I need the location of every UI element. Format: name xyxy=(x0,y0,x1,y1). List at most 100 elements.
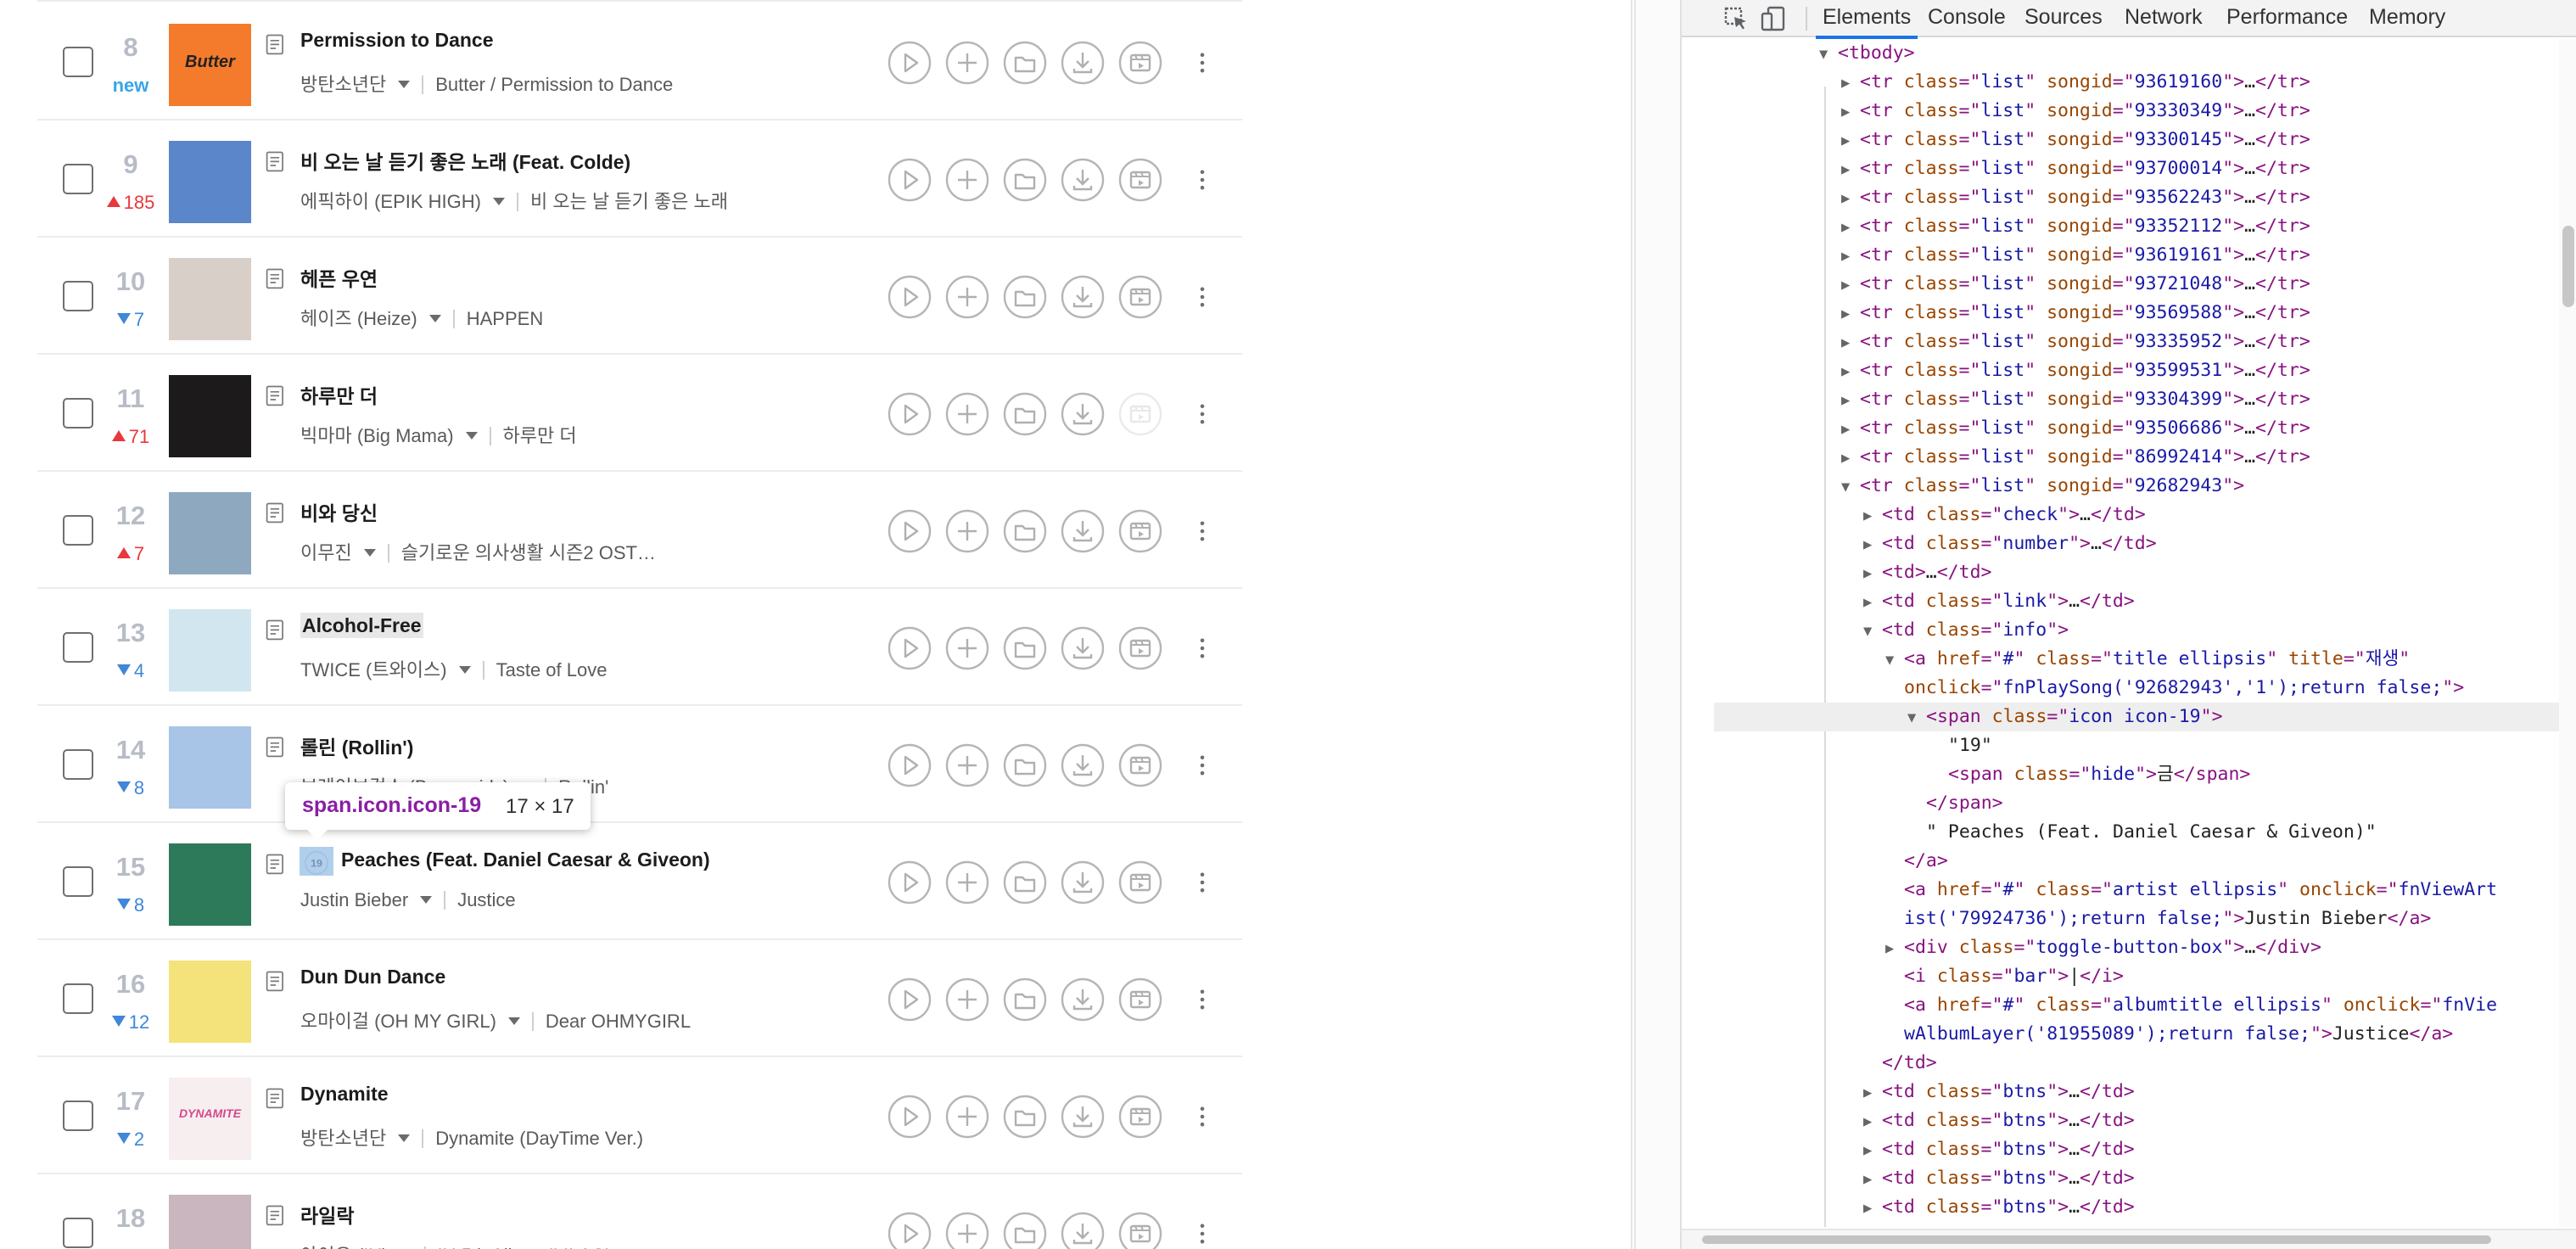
lyrics-icon[interactable] xyxy=(263,735,288,760)
folder-icon[interactable] xyxy=(1003,158,1047,202)
dom-node-line[interactable]: ▼ <a href="#" class="title ellipsis" titl… xyxy=(1885,645,2410,674)
page-scrollbar[interactable] xyxy=(1634,0,1699,1249)
folder-icon[interactable] xyxy=(1003,392,1047,436)
more-options-icon[interactable] xyxy=(1190,1101,1215,1132)
album-cover[interactable] xyxy=(169,843,251,926)
expanded-arrow-icon[interactable]: ▼ xyxy=(1841,473,1860,501)
lyrics-icon[interactable] xyxy=(263,969,288,994)
more-options-icon[interactable] xyxy=(1190,48,1215,78)
album-cover[interactable] xyxy=(169,492,251,574)
dom-node-line[interactable]: ▶ <tr class="list" songid="93304399">…</t… xyxy=(1841,385,2310,414)
video-icon[interactable] xyxy=(1118,509,1162,553)
collapsed-arrow-icon[interactable]: ▶ xyxy=(1841,155,1860,184)
dom-node-line[interactable]: ▶ <tr class="list" songid="93562243">…</t… xyxy=(1841,183,2310,212)
dom-node-line[interactable]: ▶ <tr class="list" songid="93619161">…</t… xyxy=(1841,241,2310,270)
play-icon[interactable] xyxy=(888,860,932,905)
dom-node-line[interactable]: ▶ <tr class="list" songid="93300145">…</t… xyxy=(1841,126,2310,154)
add-icon[interactable] xyxy=(945,41,989,85)
play-icon[interactable] xyxy=(888,392,932,436)
lyrics-icon[interactable] xyxy=(263,1086,288,1112)
expanded-arrow-icon[interactable]: ▼ xyxy=(1907,703,1926,732)
download-icon[interactable] xyxy=(1061,392,1105,436)
download-icon[interactable] xyxy=(1061,860,1105,905)
row-checkbox[interactable] xyxy=(63,1101,93,1131)
more-options-icon[interactable] xyxy=(1190,750,1215,781)
collapsed-arrow-icon[interactable]: ▶ xyxy=(1841,300,1860,328)
devtools-tab-console[interactable]: Console xyxy=(1928,0,2006,37)
song-title-link[interactable]: Dun Dun Dance xyxy=(300,966,445,989)
lyrics-icon[interactable] xyxy=(263,32,288,58)
row-checkbox[interactable] xyxy=(63,866,93,897)
artist-dropdown-icon[interactable] xyxy=(420,896,433,904)
artist-link[interactable]: 빅마마 (Big Mama) xyxy=(300,425,454,446)
download-icon[interactable] xyxy=(1061,41,1105,85)
folder-icon[interactable] xyxy=(1003,743,1047,787)
row-checkbox[interactable] xyxy=(63,164,93,194)
play-icon[interactable] xyxy=(888,158,932,202)
more-options-icon[interactable] xyxy=(1190,1218,1215,1249)
artist-link[interactable]: TWICE (트와이스) xyxy=(300,659,447,681)
dom-node-line[interactable]: ▶<td class="more">…</td> xyxy=(1863,1222,2135,1227)
elements-dom-tree[interactable]: ▼ <tbody> ▶ <tr class="list" songid="936191… xyxy=(1682,39,2576,1227)
dom-node-line[interactable]: <a href="#" class="albumtitle ellipsis" … xyxy=(1885,991,2497,1020)
more-options-icon[interactable] xyxy=(1190,516,1215,546)
dom-node-line[interactable]: ▶ <tr class="list" songid="93335952">…</t… xyxy=(1841,328,2310,356)
play-icon[interactable] xyxy=(888,275,932,319)
add-icon[interactable] xyxy=(945,743,989,787)
folder-icon[interactable] xyxy=(1003,41,1047,85)
collapsed-arrow-icon[interactable]: ▶ xyxy=(1841,415,1860,444)
artist-link[interactable]: 오마이걸 (OH MY GIRL) xyxy=(300,1011,496,1032)
song-title-link[interactable]: Alcohol-Free xyxy=(300,613,423,638)
album-cover[interactable] xyxy=(169,726,251,809)
dom-node-line[interactable]: <span class="hide">금</span> xyxy=(1929,760,2250,789)
album-link[interactable]: Dynamite (DayTime Ver.) xyxy=(435,1128,643,1149)
dom-node-line[interactable]: ▶ <td class="btns">…</td> xyxy=(1863,1135,2135,1164)
video-icon[interactable] xyxy=(1118,275,1162,319)
collapsed-arrow-icon[interactable]: ▶ xyxy=(1863,1107,1882,1136)
device-toolbar-icon[interactable] xyxy=(1760,5,1787,32)
dom-node-line[interactable]: ▶ <td class="link">…</td> xyxy=(1863,587,2135,616)
lyrics-icon[interactable] xyxy=(263,852,288,877)
lyrics-icon[interactable] xyxy=(263,1203,288,1229)
album-link[interactable]: IU 5th Album 'LILAC' xyxy=(438,1245,609,1249)
collapsed-arrow-icon[interactable]: ▶ xyxy=(1863,1223,1882,1227)
collapsed-arrow-icon[interactable]: ▶ xyxy=(1841,386,1860,415)
collapsed-arrow-icon[interactable]: ▶ xyxy=(1841,126,1860,155)
dom-node-line[interactable]: ▶ <tr class="list" songid="93700014">…</t… xyxy=(1841,154,2310,183)
horizontal-scrollbar-thumb[interactable] xyxy=(1702,1235,2491,1244)
song-title-link[interactable]: 비 오는 날 듣기 좋은 노래 (Feat. Colde) xyxy=(300,146,630,175)
collapsed-arrow-icon[interactable]: ▶ xyxy=(1841,98,1860,126)
artist-dropdown-icon[interactable] xyxy=(507,1017,520,1025)
album-cover[interactable] xyxy=(169,1195,251,1249)
video-icon[interactable] xyxy=(1118,860,1162,905)
dom-node-line[interactable]: ▶ <td class="btns">…</td> xyxy=(1863,1078,2135,1106)
download-icon[interactable] xyxy=(1061,626,1105,670)
artist-link[interactable]: 방탄소년단 xyxy=(300,74,386,95)
artist-link[interactable]: 아이유 (IU) xyxy=(300,1245,389,1249)
collapsed-arrow-icon[interactable]: ▶ xyxy=(1841,357,1860,386)
dom-node-line[interactable]: ▶ <tr class="list" songid="93569588">…</t… xyxy=(1841,299,2310,328)
row-checkbox[interactable] xyxy=(63,749,93,780)
add-icon[interactable] xyxy=(945,1095,989,1139)
dom-node-line[interactable]: ▶ <td class="number">…</td> xyxy=(1863,529,2157,558)
album-link[interactable]: Justice xyxy=(457,889,515,910)
collapsed-arrow-icon[interactable]: ▶ xyxy=(1863,1136,1882,1165)
song-title-link[interactable]: 비와 당신 xyxy=(300,497,378,526)
dom-node-line[interactable]: <i class="bar">|</i> xyxy=(1885,962,2124,991)
song-title-link[interactable]: Dynamite xyxy=(300,1083,389,1106)
video-icon[interactable] xyxy=(1118,977,1162,1022)
album-cover[interactable]: DYNAMITE xyxy=(169,1078,251,1160)
add-icon[interactable] xyxy=(945,1212,989,1249)
album-link[interactable]: 비 오는 날 듣기 좋은 노래 xyxy=(530,191,728,212)
play-icon[interactable] xyxy=(888,977,932,1022)
devtools-tab-sources[interactable]: Sources xyxy=(2024,0,2103,37)
dom-node-line[interactable]: ▼ <tr class="list" songid="92682943"> xyxy=(1841,472,2244,501)
expanded-arrow-icon[interactable]: ▼ xyxy=(1863,617,1882,646)
dom-node-line[interactable]: ▶ <td>…</td> xyxy=(1863,558,1991,587)
folder-icon[interactable] xyxy=(1003,1095,1047,1139)
video-icon[interactable] xyxy=(1118,743,1162,787)
album-link[interactable]: Butter / Permission to Dance xyxy=(435,74,673,95)
collapsed-arrow-icon[interactable]: ▶ xyxy=(1885,934,1904,963)
artist-link[interactable]: Justin Bieber xyxy=(300,889,408,910)
collapsed-arrow-icon[interactable]: ▶ xyxy=(1863,1194,1882,1223)
